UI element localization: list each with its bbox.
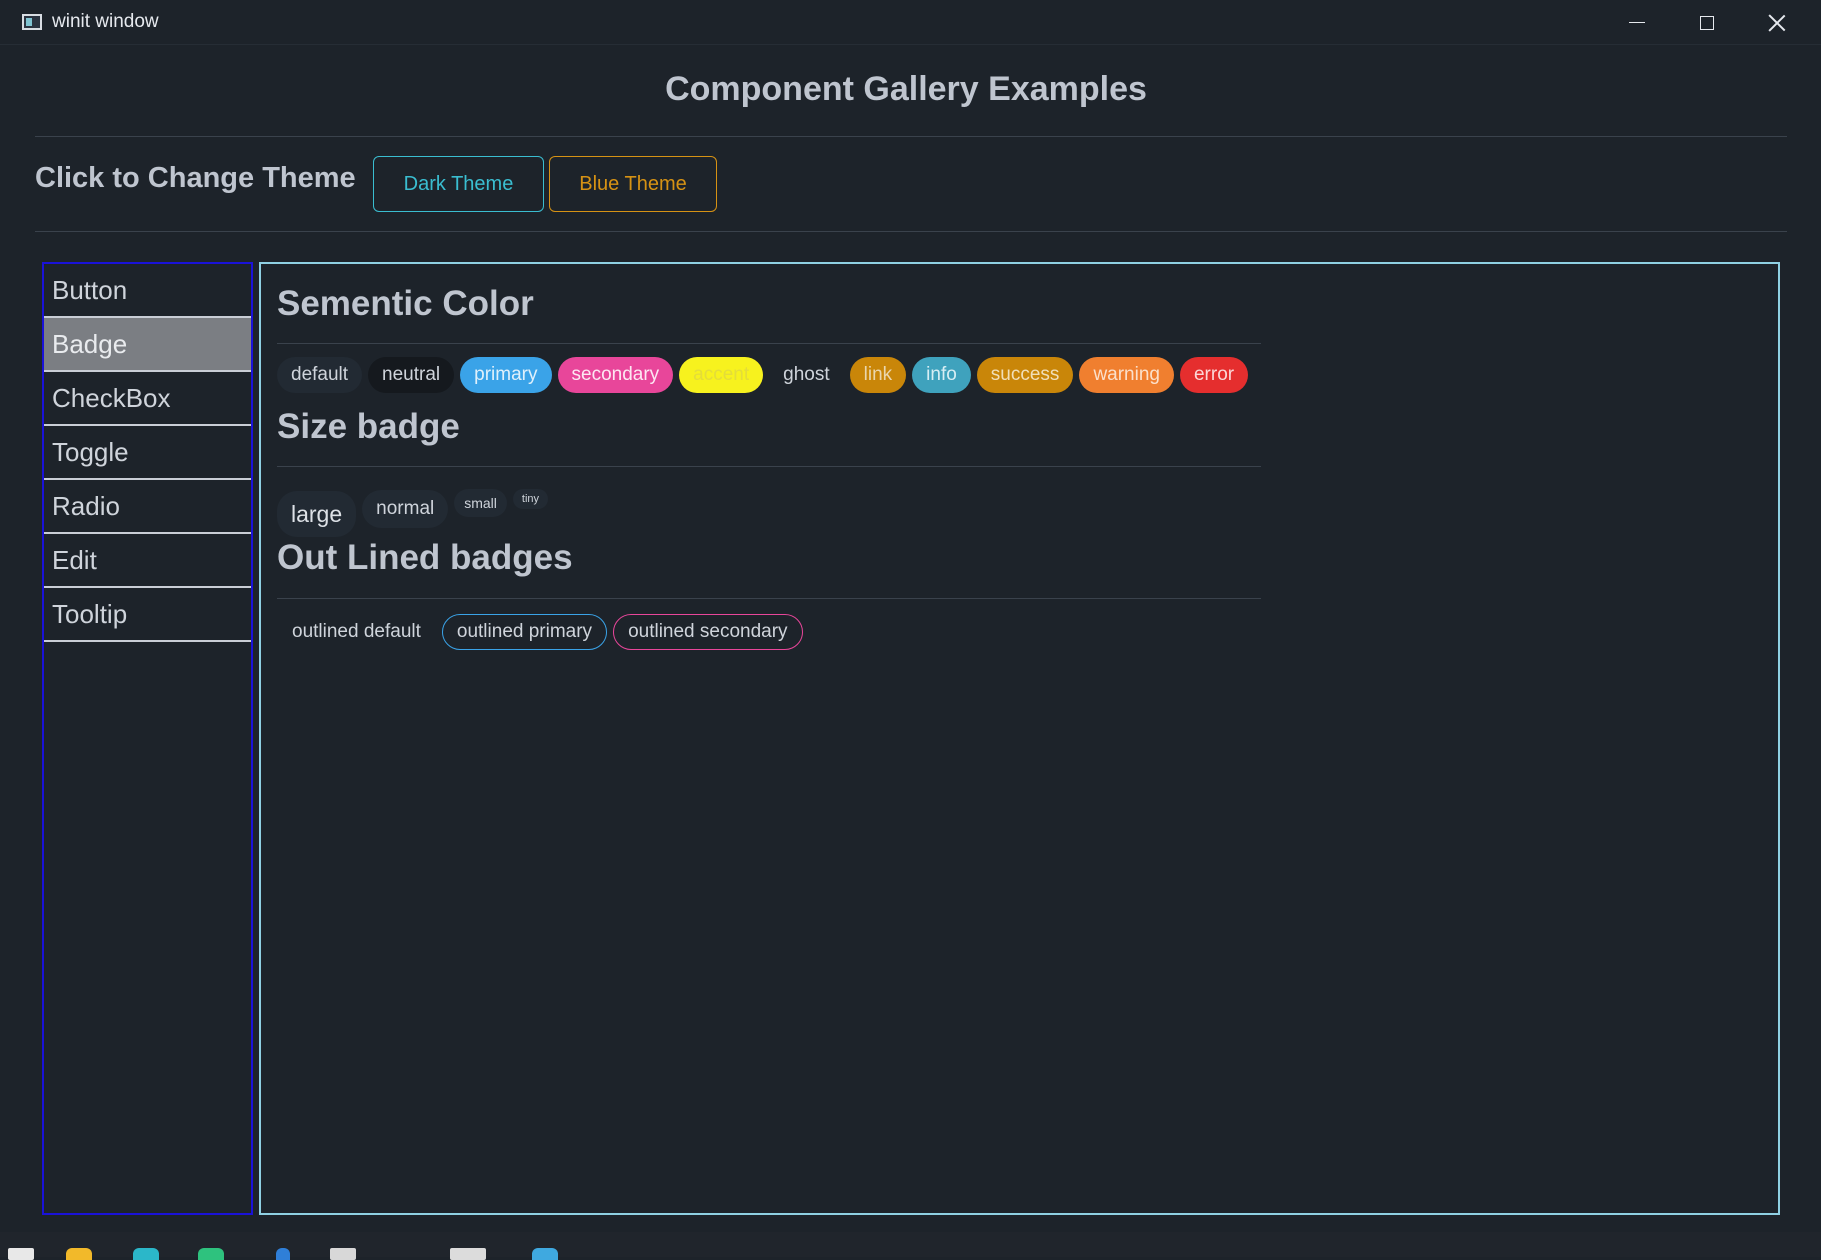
badge-link: link bbox=[849, 357, 907, 393]
badge-small: small bbox=[454, 489, 507, 517]
theme-divider bbox=[35, 231, 1787, 232]
outlined-badges-title: Out Lined badges bbox=[277, 538, 573, 577]
badge-tiny: tiny bbox=[512, 489, 549, 509]
badge-large: large bbox=[277, 491, 357, 537]
size-badge-title: Size badge bbox=[277, 407, 460, 446]
maximize-icon bbox=[1700, 15, 1714, 30]
badge-accent: accent bbox=[679, 357, 764, 393]
app-icon bbox=[22, 14, 42, 30]
badge-outlined-default: outlined default bbox=[292, 621, 421, 642]
badge-outlined-secondary: outlined secondary bbox=[613, 614, 803, 650]
badge-info: info bbox=[912, 357, 971, 393]
badge-error: error bbox=[1179, 357, 1249, 393]
folder-icon[interactable] bbox=[66, 1248, 92, 1260]
sidebar-item-badge[interactable]: Badge bbox=[44, 318, 251, 372]
sidebar-item-checkbox[interactable]: CheckBox bbox=[44, 372, 251, 426]
editor-icon[interactable] bbox=[276, 1248, 290, 1260]
close-button[interactable] bbox=[1742, 0, 1812, 45]
semantic-color-title: Sementic Color bbox=[277, 284, 534, 323]
badge-warning: warning bbox=[1079, 357, 1174, 393]
taskbar bbox=[0, 1232, 1821, 1257]
section-divider bbox=[277, 343, 1261, 344]
sidebar-item-button[interactable]: Button bbox=[44, 264, 251, 318]
badge-secondary: secondary bbox=[557, 357, 674, 393]
badge-primary: primary bbox=[460, 357, 552, 393]
maximize-button[interactable] bbox=[1672, 0, 1742, 45]
sidebar-item-toggle[interactable]: Toggle bbox=[44, 426, 251, 480]
badge-ghost: ghost bbox=[783, 364, 830, 385]
badge-success: success bbox=[976, 357, 1074, 393]
globe-icon[interactable] bbox=[532, 1248, 558, 1260]
sidebar-item-edit[interactable]: Edit bbox=[44, 534, 251, 588]
sidebar-item-radio[interactable]: Radio bbox=[44, 480, 251, 534]
content-panel: Sementic Color default neutral primary s… bbox=[259, 262, 1780, 1215]
theme-label: Click to Change Theme bbox=[35, 162, 356, 194]
section-divider bbox=[277, 466, 1261, 467]
minimize-button[interactable] bbox=[1602, 0, 1672, 45]
blue-theme-button[interactable]: Blue Theme bbox=[549, 156, 717, 212]
header-divider bbox=[35, 136, 1787, 137]
badge-normal: normal bbox=[362, 490, 449, 528]
minimize-icon bbox=[1629, 21, 1645, 24]
start-icon[interactable] bbox=[8, 1248, 34, 1260]
page-title: Component Gallery Examples bbox=[665, 70, 1147, 108]
badge-default: default bbox=[277, 357, 363, 393]
badge-outlined-primary: outlined primary bbox=[441, 614, 608, 650]
semantic-badge-row: default neutral primary secondary accent… bbox=[277, 357, 1254, 393]
browser-icon[interactable] bbox=[133, 1248, 159, 1260]
badge-neutral: neutral bbox=[368, 357, 455, 393]
sidebar-nav: Button Badge CheckBox Toggle Radio Edit … bbox=[42, 262, 253, 1215]
window-thumbnail-icon[interactable] bbox=[450, 1248, 486, 1260]
title-bar: winit window bbox=[0, 0, 1821, 45]
close-icon bbox=[1768, 14, 1786, 32]
notepad-icon[interactable] bbox=[330, 1248, 356, 1260]
size-badge-row: large normal small tiny bbox=[277, 477, 549, 537]
dark-theme-button[interactable]: Dark Theme bbox=[373, 156, 544, 212]
app-icon[interactable] bbox=[198, 1248, 224, 1260]
outlined-badge-row: outlined default outlined primary outlin… bbox=[277, 614, 809, 650]
sidebar-item-tooltip[interactable]: Tooltip bbox=[44, 588, 251, 642]
window-title: winit window bbox=[52, 11, 159, 32]
section-divider bbox=[277, 598, 1261, 599]
